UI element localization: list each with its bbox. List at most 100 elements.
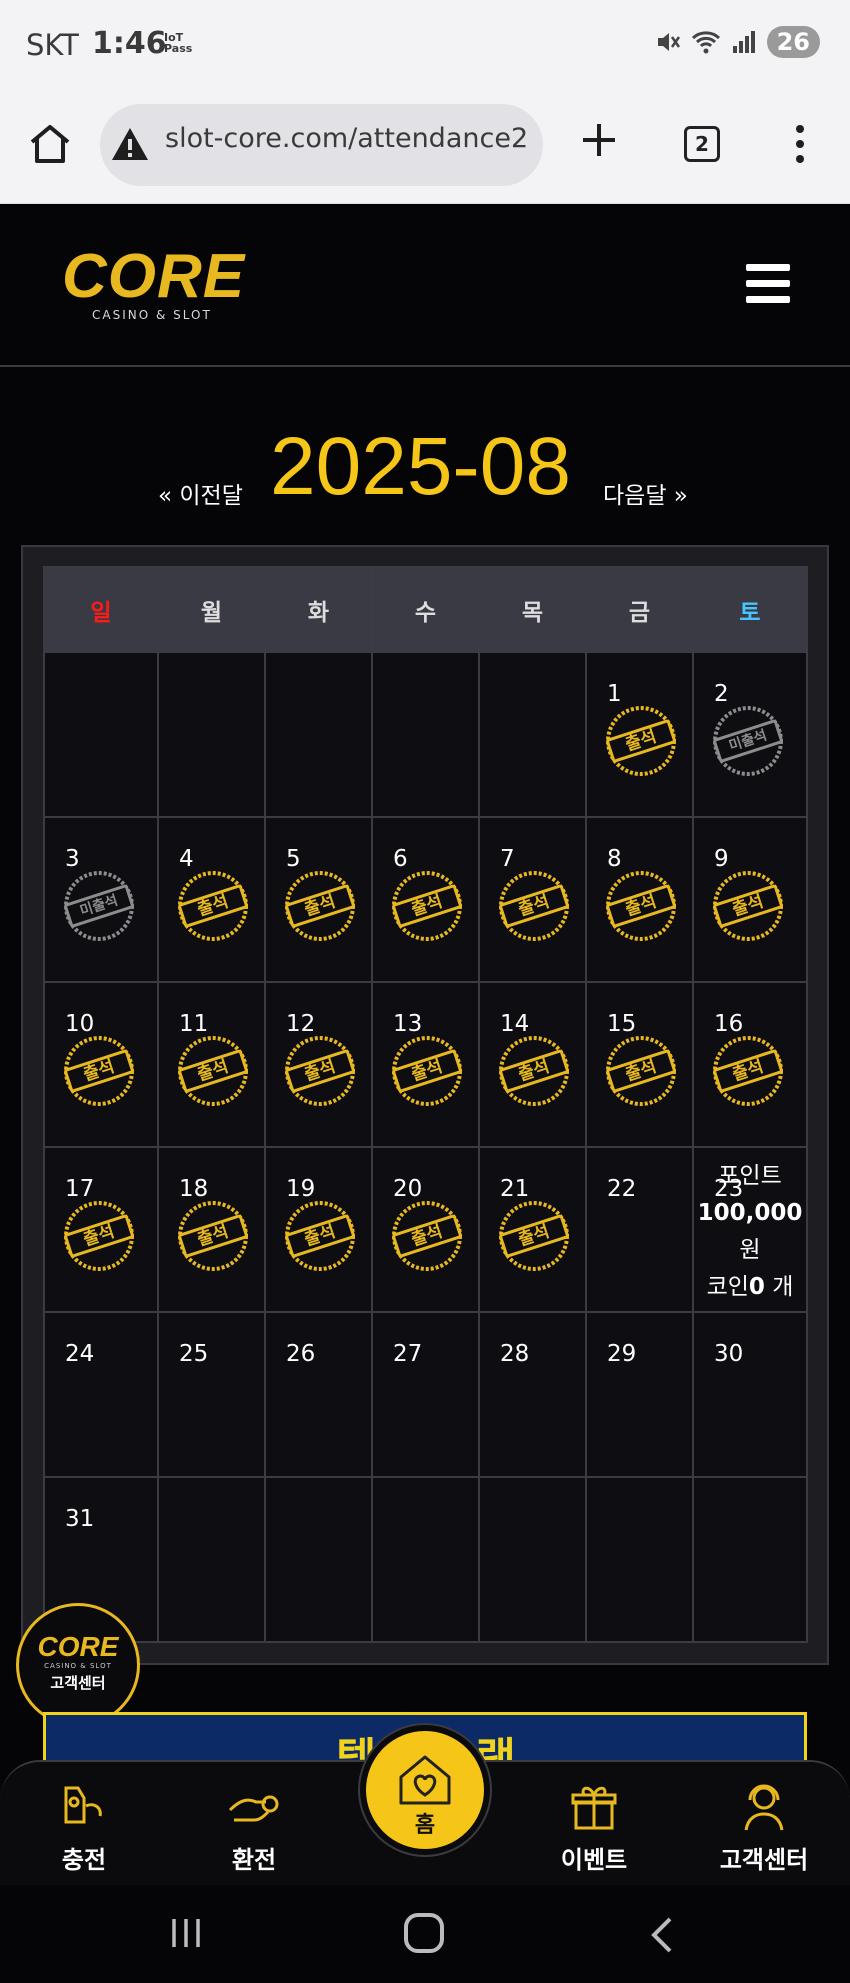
attended-stamp-icon: 출석 [282,868,358,944]
calendar-day-cell [371,1476,480,1643]
attended-stamp-icon: 출석 [710,1033,786,1109]
points-label: 포인트 [718,1163,782,1189]
nav-home-button[interactable]: 홈 [360,1725,490,1855]
nav-event-label: 이벤트 [560,1846,628,1874]
attended-stamp-icon: 출석 [496,868,572,944]
calendar-day-cell [478,651,587,818]
site-logo[interactable]: CORE CASINO & SLOT [62,246,252,326]
weekday-sun: 일 [43,566,159,653]
calendar-day-cell: 3 미출석 [43,816,159,983]
calendar-day-cell: 22 [585,1146,694,1313]
nav-support[interactable]: 고객센터 [704,1780,824,1875]
attended-stamp-icon: 출석 [175,868,251,944]
month-navigation: « 이전달 2025-08 다음달 » [0,420,850,512]
support-badge-label: 고객센터 [50,1674,106,1692]
warning-icon[interactable] [110,126,150,162]
today-points-info: 포인트 100,000 원 코인0 개 [694,1158,806,1306]
calendar-day-cell [478,1476,587,1643]
iot-pass-icon: IoT Pass [164,31,193,55]
logo-wordmark: CORE [62,242,246,311]
calendar-day-cell: 12 출석 [264,981,373,1148]
calendar-day-cell: 30 [692,1311,808,1478]
tab-switcher-button[interactable]: 2 [684,126,720,162]
day-number: 30 [714,1341,744,1367]
attended-stamp-icon: 출석 [389,1033,465,1109]
calendar-day-cell: 25 [157,1311,266,1478]
nav-event[interactable]: 이벤트 [534,1780,654,1875]
current-month-title: 2025-08 [270,421,571,512]
attended-stamp-icon: 출석 [61,1033,137,1109]
attended-stamp-icon: 출석 [61,1198,137,1274]
calendar-day-cell: 4 출석 [157,816,266,983]
calendar-day-cell [43,651,159,818]
home-icon[interactable] [28,122,72,166]
support-badge-logo: CORE [37,1631,119,1662]
calendar-day-cell: 8 출석 [585,816,694,983]
calendar-day-cell: 7 출석 [478,816,587,983]
attended-stamp-icon: 출석 [175,1198,251,1274]
calendar-day-cell: 17 출석 [43,1146,159,1313]
carrier-label: SKT [26,28,79,62]
calendar-day-cell [692,1476,808,1643]
deposit-icon [64,1786,102,1824]
calendar-day-cell [157,651,266,818]
attended-stamp-icon: 출석 [603,868,679,944]
more-menu-icon[interactable] [794,124,806,164]
calendar-day-cell: 5 출석 [264,816,373,983]
hamburger-menu-icon[interactable] [746,264,790,304]
weekday-wed: 수 [371,566,480,653]
system-home-icon[interactable] [404,1913,444,1953]
calendar-day-cell [157,1476,266,1643]
nav-home-label: 홈 [414,1813,436,1838]
calendar-day-cell: 10 출석 [43,981,159,1148]
day-number: 24 [65,1341,95,1367]
coin-count: 코인0 개 [706,1274,794,1300]
url-text[interactable]: slot-core.com/attendance2.as [165,123,530,154]
day-number: 31 [65,1506,95,1532]
nav-withdraw[interactable]: 환전 [194,1780,314,1875]
support-badge-subtitle: CASINO & SLOT [44,1662,112,1670]
nav-deposit-label: 충전 [61,1846,107,1874]
weekday-header-row: 일 월 화 수 목 금 토 [43,566,808,653]
weekday-fri: 금 [585,566,694,653]
prev-month-link[interactable]: « 이전달 [158,476,243,510]
signal-icon [732,31,755,53]
attended-stamp-icon: 출석 [496,1198,572,1274]
calendar-day-cell: 2 미출석 [692,651,808,818]
floating-support-button[interactable]: CORE CASINO & SLOT 고객센터 [16,1603,140,1727]
nav-deposit[interactable]: 충전 [24,1780,144,1875]
attended-stamp-icon: 출석 [603,1033,679,1109]
calendar-day-cell: 27 [371,1311,480,1478]
calendar-day-cell: 28 [478,1311,587,1478]
weekday-tue: 화 [264,566,373,653]
missed-stamp-icon: 미출석 [61,868,137,944]
nav-support-label: 고객센터 [719,1846,809,1874]
day-number: 28 [500,1341,530,1367]
weekday-mon: 월 [157,566,266,653]
new-tab-icon[interactable] [577,118,621,162]
calendar-day-cell: 6 출석 [371,816,480,983]
weekday-sat: 토 [692,566,808,653]
clock: 1:46 [92,26,167,61]
recent-apps-icon[interactable] [168,1915,204,1951]
attendance-calendar: 일 월 화 수 목 금 토 1 출석 2 미출석 3 미출석 4 출석 5 출석 6 출석 7 출석 8 출석… [43,566,808,1643]
calendar-day-cell: 1 출석 [585,651,694,818]
battery-indicator: 26 [766,26,820,58]
calendar-week-row: 1 출석 2 미출석 [43,651,808,818]
gift-icon [571,1786,617,1830]
calendar-day-cell: 20 출석 [371,1146,480,1313]
day-number: 26 [286,1341,316,1367]
home-heart-icon [399,1755,451,1805]
back-icon[interactable] [648,1915,676,1955]
points-amount: 100,000 [697,1200,803,1226]
calendar-day-cell: 11 출석 [157,981,266,1148]
next-month-link[interactable]: 다음달 » [603,476,688,510]
missed-stamp-icon: 미출석 [710,703,786,779]
attended-stamp-icon: 출석 [496,1033,572,1109]
calendar-day-cell: 13 출석 [371,981,480,1148]
withdraw-icon [228,1795,279,1822]
status-icons: 26 [655,26,820,58]
nav-withdraw-label: 환전 [231,1846,277,1874]
site-header: CORE CASINO & SLOT [0,204,850,367]
mute-icon [657,33,680,51]
